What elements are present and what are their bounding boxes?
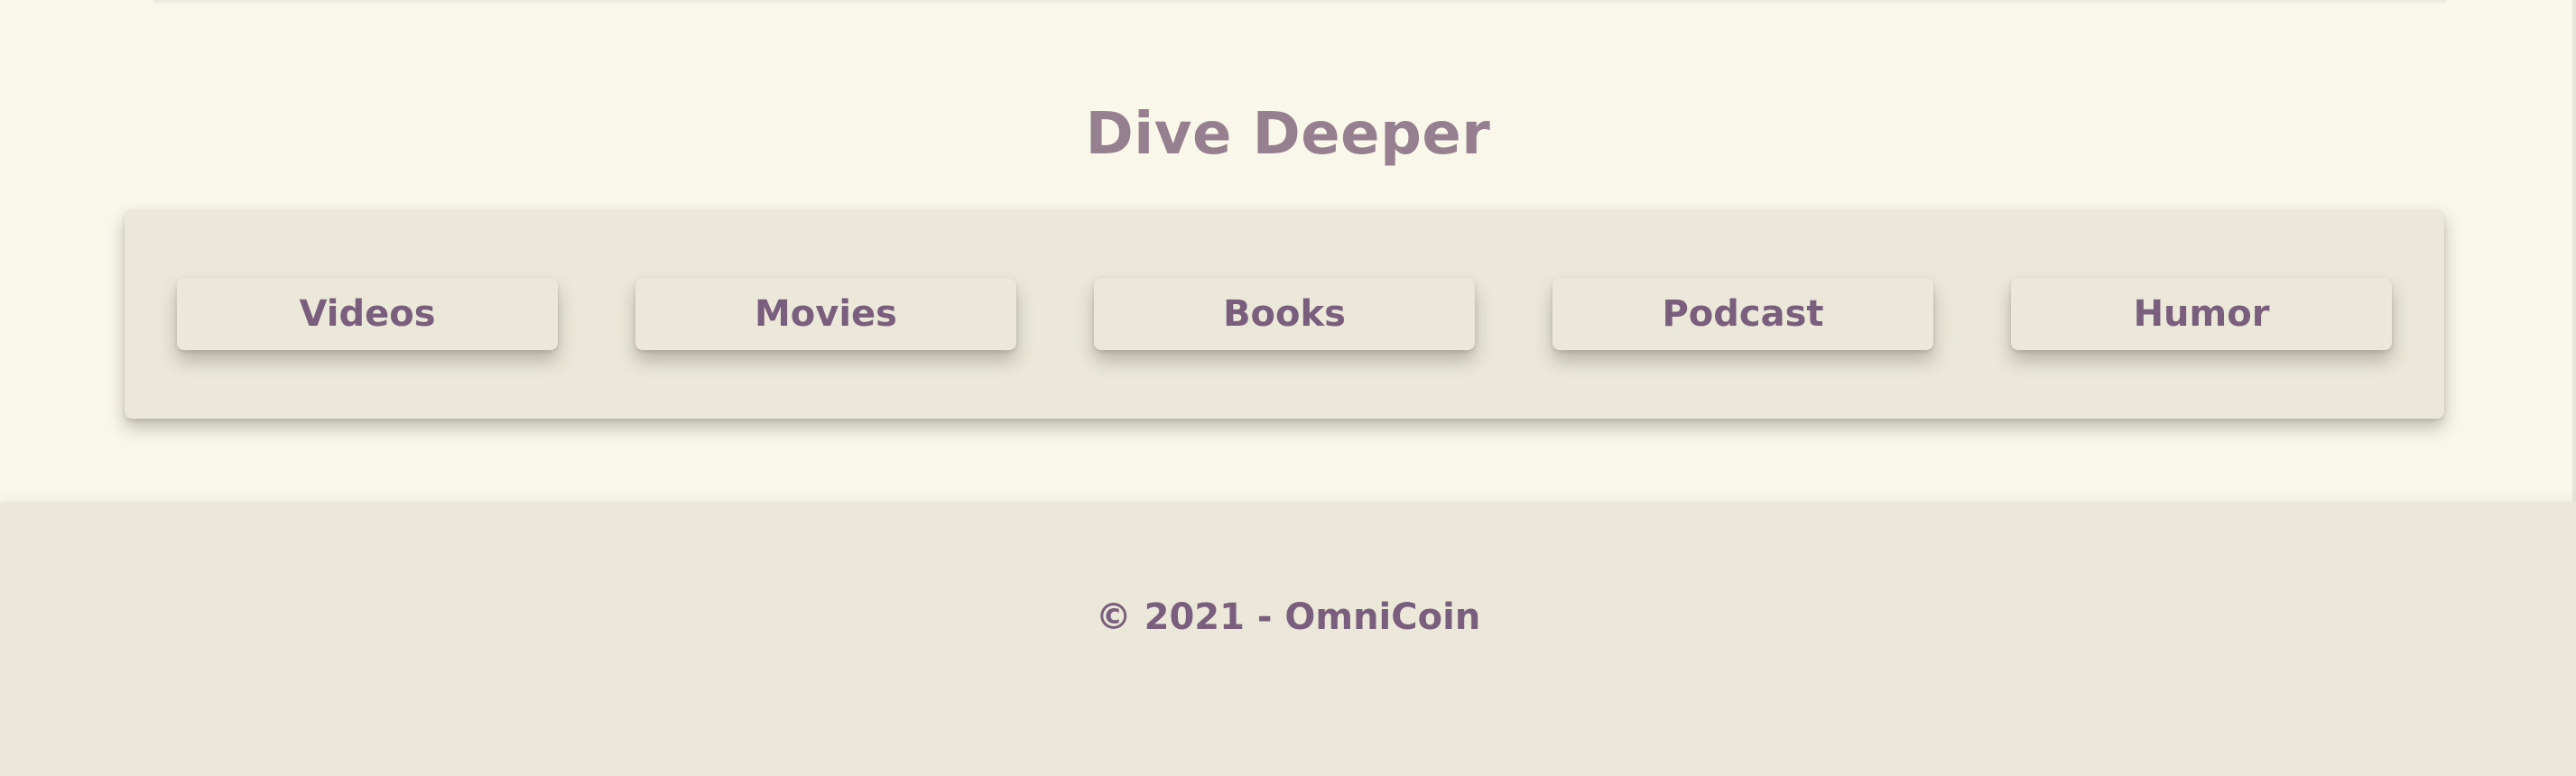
scrollbar-track[interactable] bbox=[2572, 0, 2576, 505]
site-footer: © 2021 - OmniCoin bbox=[0, 502, 2576, 776]
category-nav-panel: Videos Movies Books Podcast Humor bbox=[125, 209, 2444, 419]
nav-button-movies[interactable]: Movies bbox=[635, 278, 1016, 350]
copyright-text: © 2021 - OmniCoin bbox=[1095, 596, 1481, 638]
top-divider bbox=[153, 0, 2446, 5]
nav-button-videos[interactable]: Videos bbox=[177, 278, 558, 350]
section-title: Dive Deeper bbox=[1085, 101, 1491, 169]
nav-button-humor[interactable]: Humor bbox=[2011, 278, 2392, 350]
nav-button-books[interactable]: Books bbox=[1094, 278, 1475, 350]
page: Dive Deeper Videos Movies Books Podcast … bbox=[0, 0, 2576, 776]
nav-button-podcast[interactable]: Podcast bbox=[1552, 278, 1933, 350]
